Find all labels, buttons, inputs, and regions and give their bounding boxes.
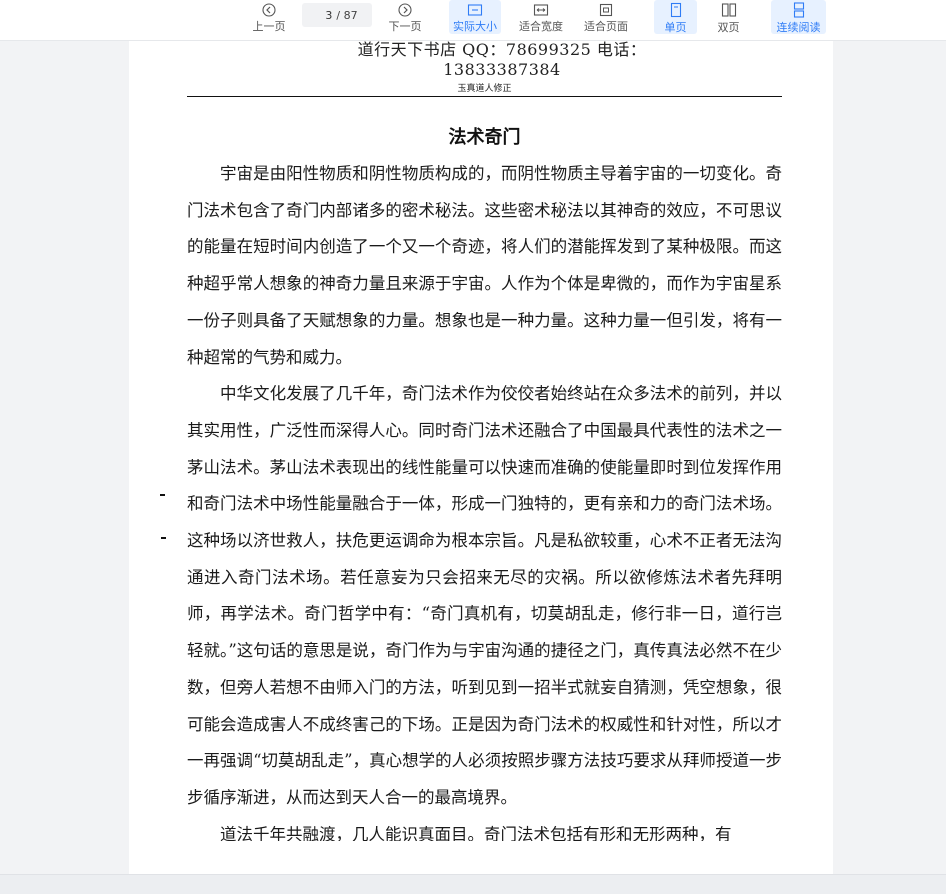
- double-page-icon: [721, 2, 737, 18]
- actual-size-button[interactable]: 实际大小: [449, 0, 501, 34]
- paragraph: 中华文化发展了几千年，奇门法术作为佼佼者始终站在众多法术的前列，并以其实用性，广…: [187, 384, 782, 807]
- header-rule: [187, 96, 782, 97]
- margin-mark: [161, 537, 166, 539]
- page-number-box: / 87: [302, 3, 372, 27]
- page-total: / 87: [336, 8, 358, 22]
- paragraph: 宇宙是由阳性物质和阴性物质构成的，而阴性物质主导着宇宙的一切变化。奇门法术包含了…: [187, 164, 782, 367]
- fit-width-button[interactable]: 适合宽度: [515, 0, 567, 34]
- page-subheader: 玉真道人修正: [457, 84, 512, 94]
- double-page-label: 双页: [717, 21, 740, 34]
- fit-page-button[interactable]: 适合页面: [580, 0, 632, 34]
- body-text: 宇宙是由阳性物质和阴性物质构成的，而阴性物质主导着宇宙的一切变化。奇门法术包含了…: [187, 156, 782, 841]
- continuous-read-icon: [792, 2, 806, 18]
- single-page-icon: [669, 2, 683, 18]
- viewer-toolbar: 上一页 / 87 下一页 实际大小 适合宽度 适合页面 单页: [0, 0, 946, 41]
- chapter-title: 法术奇门: [448, 127, 521, 148]
- page-number-input[interactable]: [316, 8, 333, 22]
- single-page-button[interactable]: 单页: [654, 0, 697, 34]
- continuous-read-label: 连续阅读: [776, 21, 821, 34]
- double-page-button[interactable]: 双页: [707, 0, 750, 34]
- prev-page-button[interactable]: 上一页: [250, 0, 288, 34]
- document-page: 道行天下书店 QQ：78699325 电话：13833387384 玉真道人修正…: [129, 40, 833, 874]
- fit-width-icon: [533, 2, 549, 17]
- paragraph: 道法千年共融渡，几人能识真面目。奇门法术包括有形和无形两种，有: [220, 824, 732, 841]
- page-header: 道行天下书店 QQ：78699325 电话：13833387384: [357, 40, 647, 79]
- actual-size-label: 实际大小: [453, 20, 497, 33]
- single-page-label: 单页: [664, 21, 687, 34]
- next-page-label: 下一页: [388, 20, 422, 33]
- continuous-read-button[interactable]: 连续阅读: [771, 0, 826, 34]
- arrow-left-icon: [262, 2, 276, 17]
- margin-mark: [160, 494, 165, 496]
- fit-page-label: 适合页面: [584, 20, 628, 33]
- arrow-right-icon: [398, 2, 412, 17]
- fit-width-label: 适合宽度: [519, 20, 563, 33]
- next-page-button[interactable]: 下一页: [386, 0, 424, 34]
- fit-page-icon: [598, 2, 614, 17]
- actual-size-icon: [467, 2, 483, 17]
- prev-page-label: 上一页: [252, 20, 286, 33]
- bottom-bar: [0, 874, 946, 894]
